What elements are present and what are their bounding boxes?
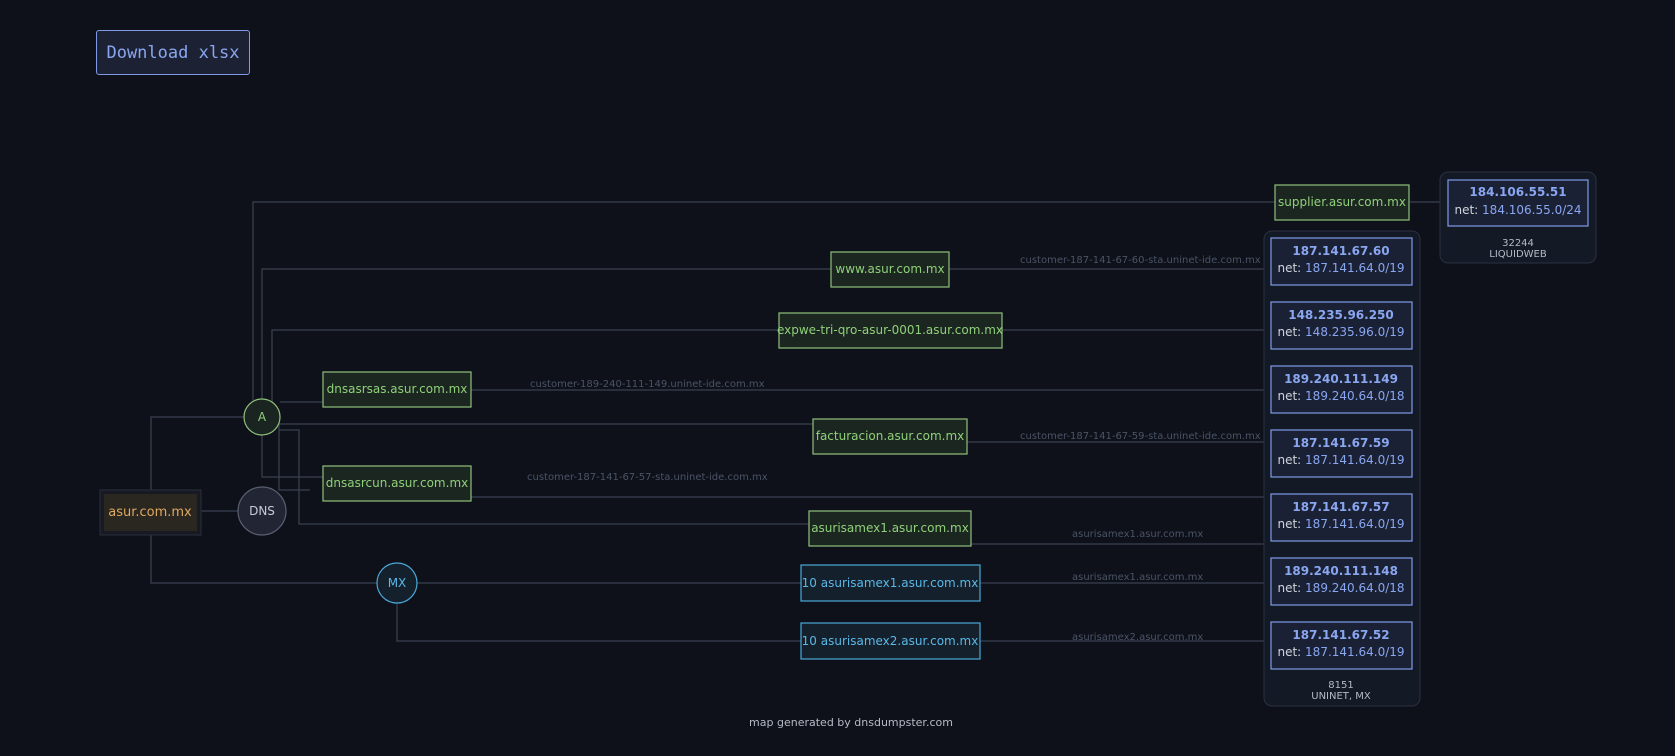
hub-label: DNS (249, 504, 275, 518)
ptr-label: customer-187-141-67-59-sta.uninet-ide.co… (1020, 431, 1261, 442)
ip-address: 148.235.96.250 (1288, 308, 1394, 322)
host-node-facturacion[interactable]: facturacion.asur.com.mx (812, 418, 968, 455)
ip-net: net: 189.240.64.0/18 (1277, 389, 1404, 403)
asn-number: 8151 (1328, 680, 1353, 691)
a-record-hub[interactable]: A (243, 398, 281, 436)
asn-number: 32244 (1502, 238, 1534, 249)
host-label: supplier.asur.com.mx (1278, 195, 1406, 209)
host-node-supplier[interactable]: supplier.asur.com.mx (1274, 184, 1410, 221)
ip-net: net: 184.106.55.0/24 (1454, 203, 1581, 217)
ptr-label: asurisamex1.asur.com.mx (1072, 572, 1203, 583)
ip-net: net: 189.240.64.0/18 (1277, 581, 1404, 595)
ip-address: 184.106.55.51 (1469, 185, 1566, 199)
dns-map: customer-187-141-67-60-sta.uninet-ide.co… (99, 171, 1597, 729)
ip-node[interactable]: 184.106.55.51 net: 184.106.55.0/24 (1447, 179, 1589, 227)
ip-net: net: 187.141.64.0/19 (1277, 517, 1404, 531)
host-node-dnsasrsas[interactable]: dnsasrsas.asur.com.mx (322, 371, 472, 408)
host-node-expwe[interactable]: expwe-tri-qro-asur-0001.asur.com.mx (777, 312, 1003, 349)
host-label: expwe-tri-qro-asur-0001.asur.com.mx (777, 323, 1003, 337)
host-node-asurisamex1[interactable]: asurisamex1.asur.com.mx (808, 510, 972, 547)
ip-node[interactable]: 189.240.111.149 net: 189.240.64.0/18 (1270, 365, 1413, 414)
mx-host-node-1[interactable]: 10 asurisamex1.asur.com.mx (800, 564, 981, 602)
host-label: dnsasrsas.asur.com.mx (327, 382, 468, 396)
ip-node[interactable]: 187.141.67.57 net: 187.141.64.0/19 (1270, 493, 1413, 542)
ptr-label: asurisamex2.asur.com.mx (1072, 632, 1203, 643)
ip-node[interactable]: 187.141.67.52 net: 187.141.64.0/19 (1270, 621, 1413, 670)
ip-node[interactable]: 148.235.96.250 net: 148.235.96.0/19 (1270, 301, 1413, 350)
ip-address: 189.240.111.148 (1284, 564, 1398, 578)
ip-address: 189.240.111.149 (1284, 372, 1398, 386)
ip-address: 187.141.67.60 (1292, 244, 1389, 258)
root-domain-label: asur.com.mx (108, 505, 192, 520)
hub-label: A (258, 410, 267, 424)
ptr-label: asurisamex1.asur.com.mx (1072, 529, 1203, 540)
ip-node[interactable]: 187.141.67.59 net: 187.141.64.0/19 (1270, 429, 1413, 478)
asn-name: UNINET, MX (1311, 691, 1371, 702)
ip-address: 187.141.67.59 (1292, 436, 1389, 450)
ip-net: net: 148.235.96.0/19 (1277, 325, 1404, 339)
dns-hub[interactable]: DNS (237, 486, 287, 536)
ptr-label: customer-189-240-111-149.uninet-ide.com.… (530, 379, 765, 390)
host-label: facturacion.asur.com.mx (816, 429, 965, 443)
ip-address: 187.141.67.52 (1292, 628, 1389, 642)
ip-address: 187.141.67.57 (1292, 500, 1389, 514)
host-label: www.asur.com.mx (835, 262, 944, 276)
ip-node[interactable]: 189.240.111.148 net: 189.240.64.0/18 (1270, 557, 1413, 606)
asn-name: LIQUIDWEB (1489, 249, 1547, 260)
ip-net: net: 187.141.64.0/19 (1277, 453, 1404, 467)
footer-credit: map generated by dnsdumpster.com (749, 716, 953, 729)
ip-net: net: 187.141.64.0/19 (1277, 645, 1404, 659)
ip-node[interactable]: 187.141.67.60 net: 187.141.64.0/19 (1270, 237, 1413, 286)
ip-net: net: 187.141.64.0/19 (1277, 261, 1404, 275)
mx-host-node-2[interactable]: 10 asurisamex2.asur.com.mx (800, 622, 981, 660)
connection-lines (150, 201, 1448, 642)
host-node-www[interactable]: www.asur.com.mx (830, 251, 950, 288)
mx-host-label: 10 asurisamex2.asur.com.mx (802, 634, 979, 648)
host-node-dnsasrcun[interactable]: dnsasrcun.asur.com.mx (322, 465, 472, 502)
hub-label: MX (388, 576, 407, 590)
root-domain-node[interactable]: asur.com.mx (99, 489, 202, 536)
host-label: dnsasrcun.asur.com.mx (326, 476, 468, 490)
host-label: asurisamex1.asur.com.mx (811, 521, 969, 535)
ptr-label: customer-187-141-67-57-sta.uninet-ide.co… (527, 472, 768, 483)
mx-host-label: 10 asurisamex1.asur.com.mx (802, 576, 979, 590)
mx-hub[interactable]: MX (376, 562, 418, 604)
ptr-label: customer-187-141-67-60-sta.uninet-ide.co… (1020, 255, 1261, 266)
